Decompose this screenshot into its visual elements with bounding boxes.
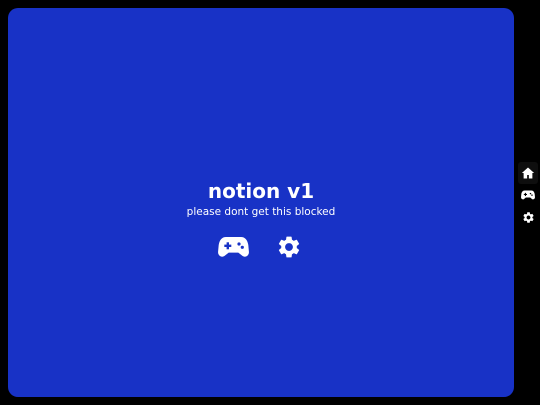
- page-subtitle: please dont get this blocked: [186, 206, 336, 218]
- sidebar-item-games[interactable]: [518, 184, 538, 206]
- main-actions: [8, 231, 514, 263]
- home-icon: [521, 167, 535, 179]
- settings-button[interactable]: [273, 231, 305, 263]
- gear-icon: [278, 236, 300, 258]
- page-title: notion v1: [207, 179, 315, 203]
- sidebar: [518, 162, 538, 228]
- games-button[interactable]: [217, 231, 249, 263]
- sidebar-item-settings[interactable]: [518, 206, 538, 228]
- gear-icon: [522, 211, 534, 223]
- sidebar-item-home[interactable]: [518, 162, 538, 184]
- hero: notion v1 please dont get this blocked: [8, 178, 514, 263]
- gamepad-icon: [217, 237, 249, 257]
- main-panel: notion v1 please dont get this blocked: [8, 8, 514, 397]
- gamepad-icon: [521, 190, 535, 200]
